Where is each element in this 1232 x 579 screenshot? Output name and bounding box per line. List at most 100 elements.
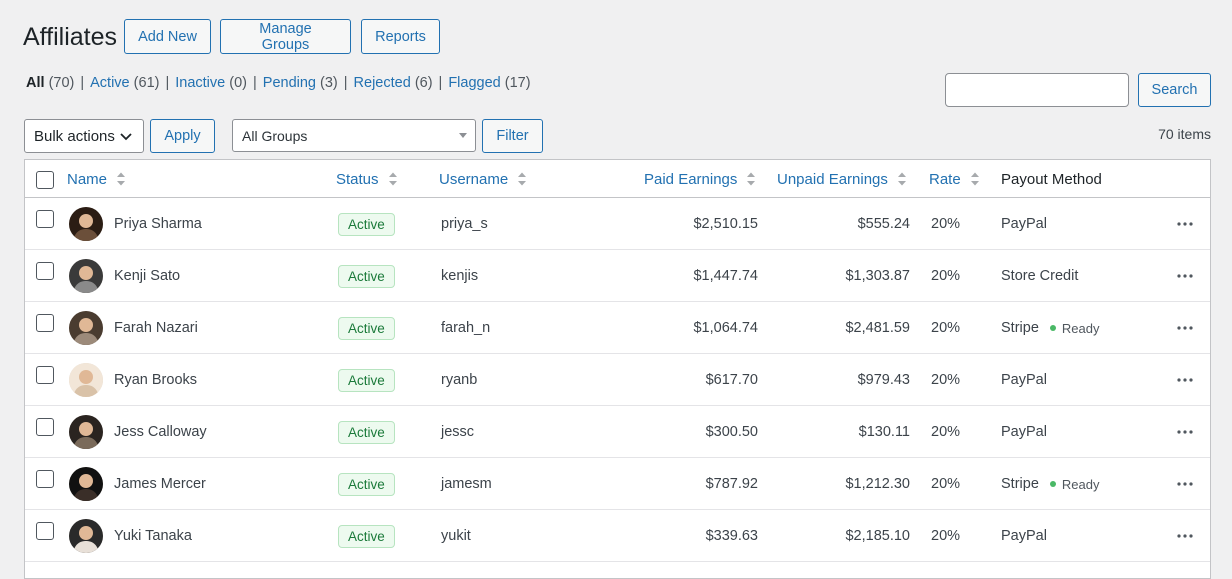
payout-method-label: PayPal — [1001, 216, 1047, 232]
status-badge: Active — [338, 264, 395, 288]
filter-rejected[interactable]: Rejected — [354, 75, 411, 91]
column-rate[interactable]: Rate — [929, 160, 980, 198]
column-paid-label: Paid Earnings — [644, 170, 738, 188]
username-cell: ryanb — [441, 372, 478, 388]
bulk-actions-select[interactable]: Bulk actions — [24, 119, 144, 153]
more-actions-icon[interactable] — [1176, 426, 1194, 438]
unpaid-earnings-cell: $1,212.30 — [845, 476, 910, 492]
more-actions-icon[interactable] — [1176, 530, 1194, 542]
row-checkbox[interactable] — [36, 470, 54, 488]
sort-icon — [970, 172, 979, 186]
filter-all-count: (70) — [48, 75, 75, 91]
column-unpaid-earnings[interactable]: Unpaid Earnings — [777, 160, 907, 198]
filter-all[interactable]: All — [26, 75, 45, 91]
payout-ready-label: Ready — [1061, 320, 1100, 336]
avatar — [69, 311, 103, 345]
select-all-checkbox[interactable] — [36, 171, 54, 189]
paid-earnings-cell: $2,510.15 — [693, 216, 758, 232]
filter-active[interactable]: Active — [90, 75, 130, 91]
ready-status-dot — [1049, 481, 1056, 487]
more-actions-icon[interactable] — [1176, 218, 1194, 230]
search-input[interactable] — [945, 73, 1129, 107]
table-row: Jess Calloway Active jessc $300.50 $130.… — [25, 406, 1210, 458]
column-payout-method: Payout Method — [1001, 160, 1102, 198]
affiliate-name[interactable]: Jess Calloway — [114, 406, 207, 458]
more-actions-icon[interactable] — [1176, 374, 1194, 386]
payout-method-cell: PayPal — [1001, 510, 1047, 562]
items-count: 70 items — [1158, 126, 1211, 142]
column-name-label: Name — [67, 170, 108, 188]
avatar — [69, 363, 103, 397]
reports-button[interactable]: Reports — [361, 19, 440, 54]
status-badge: Active — [338, 472, 395, 496]
table-header: Name Status Username Paid Earnings Unpai… — [25, 160, 1210, 198]
caret-down-icon — [459, 133, 467, 138]
more-actions-icon[interactable] — [1176, 270, 1194, 282]
payout-method-label: Store Credit — [1001, 268, 1079, 284]
manage-groups-button[interactable]: Manage Groups — [220, 19, 351, 54]
group-select[interactable]: All Groups — [232, 119, 476, 152]
search-button[interactable]: Search — [1138, 73, 1211, 107]
payout-method-cell: Stripe Ready — [1001, 302, 1099, 354]
payout-method-label: Stripe — [1001, 320, 1039, 336]
payout-method-cell: PayPal — [1001, 354, 1047, 406]
affiliate-name[interactable]: Yuki Tanaka — [114, 510, 192, 562]
avatar — [69, 259, 103, 293]
paid-earnings-cell: $1,447.74 — [693, 268, 758, 284]
avatar — [69, 467, 103, 501]
affiliate-name[interactable]: Farah Nazari — [114, 302, 198, 354]
affiliate-name[interactable]: James Mercer — [114, 458, 206, 510]
sort-icon — [518, 172, 527, 186]
filter-pending-count: (3) — [320, 75, 338, 91]
separator: | — [253, 75, 257, 91]
avatar — [69, 207, 103, 241]
payout-method-label: Stripe — [1001, 476, 1039, 492]
column-username-label: Username — [439, 170, 509, 188]
unpaid-earnings-cell: $2,185.10 — [845, 528, 910, 544]
column-status[interactable]: Status — [336, 160, 398, 198]
table-row: Kenji Sato Active kenjis $1,447.74 $1,30… — [25, 250, 1210, 302]
row-checkbox[interactable] — [36, 366, 54, 384]
payout-method-label: PayPal — [1001, 372, 1047, 388]
avatar — [69, 519, 103, 553]
unpaid-earnings-cell: $979.43 — [857, 372, 910, 388]
filter-rejected-count: (6) — [414, 75, 433, 91]
row-checkbox[interactable] — [36, 210, 54, 228]
sort-icon — [117, 172, 126, 186]
column-paid-earnings[interactable]: Paid Earnings — [644, 160, 756, 198]
filter-active-count: (61) — [133, 75, 160, 91]
rate-cell: 20% — [931, 216, 961, 232]
add-new-button[interactable]: Add New — [124, 19, 211, 54]
more-actions-icon[interactable] — [1176, 322, 1194, 334]
rate-cell: 20% — [931, 268, 961, 284]
username-cell: jamesm — [441, 476, 492, 492]
unpaid-earnings-cell: $555.24 — [857, 216, 910, 232]
row-checkbox[interactable] — [36, 418, 54, 436]
column-name[interactable]: Name — [67, 160, 126, 198]
table-row: Yuki Tanaka Active yukit $339.63 $2,185.… — [25, 510, 1210, 562]
table-row: James Mercer Active jamesm $787.92 $1,21… — [25, 458, 1210, 510]
row-checkbox[interactable] — [36, 262, 54, 280]
filter-button[interactable]: Filter — [482, 119, 543, 153]
paid-earnings-cell: $339.63 — [705, 528, 758, 544]
status-badge: Active — [338, 316, 395, 340]
row-checkbox[interactable] — [36, 314, 54, 332]
payout-method-cell: PayPal — [1001, 198, 1047, 250]
apply-button[interactable]: Apply — [150, 119, 215, 153]
filter-flagged[interactable]: Flagged — [448, 75, 500, 91]
page-title: Affiliates — [23, 23, 118, 51]
status-badge: Active — [338, 368, 395, 392]
username-cell: jessc — [441, 424, 475, 440]
affiliate-name[interactable]: Ryan Brooks — [114, 354, 197, 406]
filter-pending[interactable]: Pending — [263, 75, 316, 91]
affiliate-name[interactable]: Priya Sharma — [114, 198, 202, 250]
sort-icon — [897, 172, 906, 186]
affiliate-name[interactable]: Kenji Sato — [114, 250, 180, 302]
row-checkbox[interactable] — [36, 522, 54, 540]
more-actions-icon[interactable] — [1176, 478, 1194, 490]
table-row: Farah Nazari Active farah_n $1,064.74 $2… — [25, 302, 1210, 354]
status-filter-links: All (70) | Active (61) | Inactive (0) | Pendin… — [26, 75, 531, 91]
column-username[interactable]: Username — [439, 160, 527, 198]
username-cell: farah_n — [441, 320, 491, 336]
filter-inactive[interactable]: Inactive — [175, 75, 225, 91]
